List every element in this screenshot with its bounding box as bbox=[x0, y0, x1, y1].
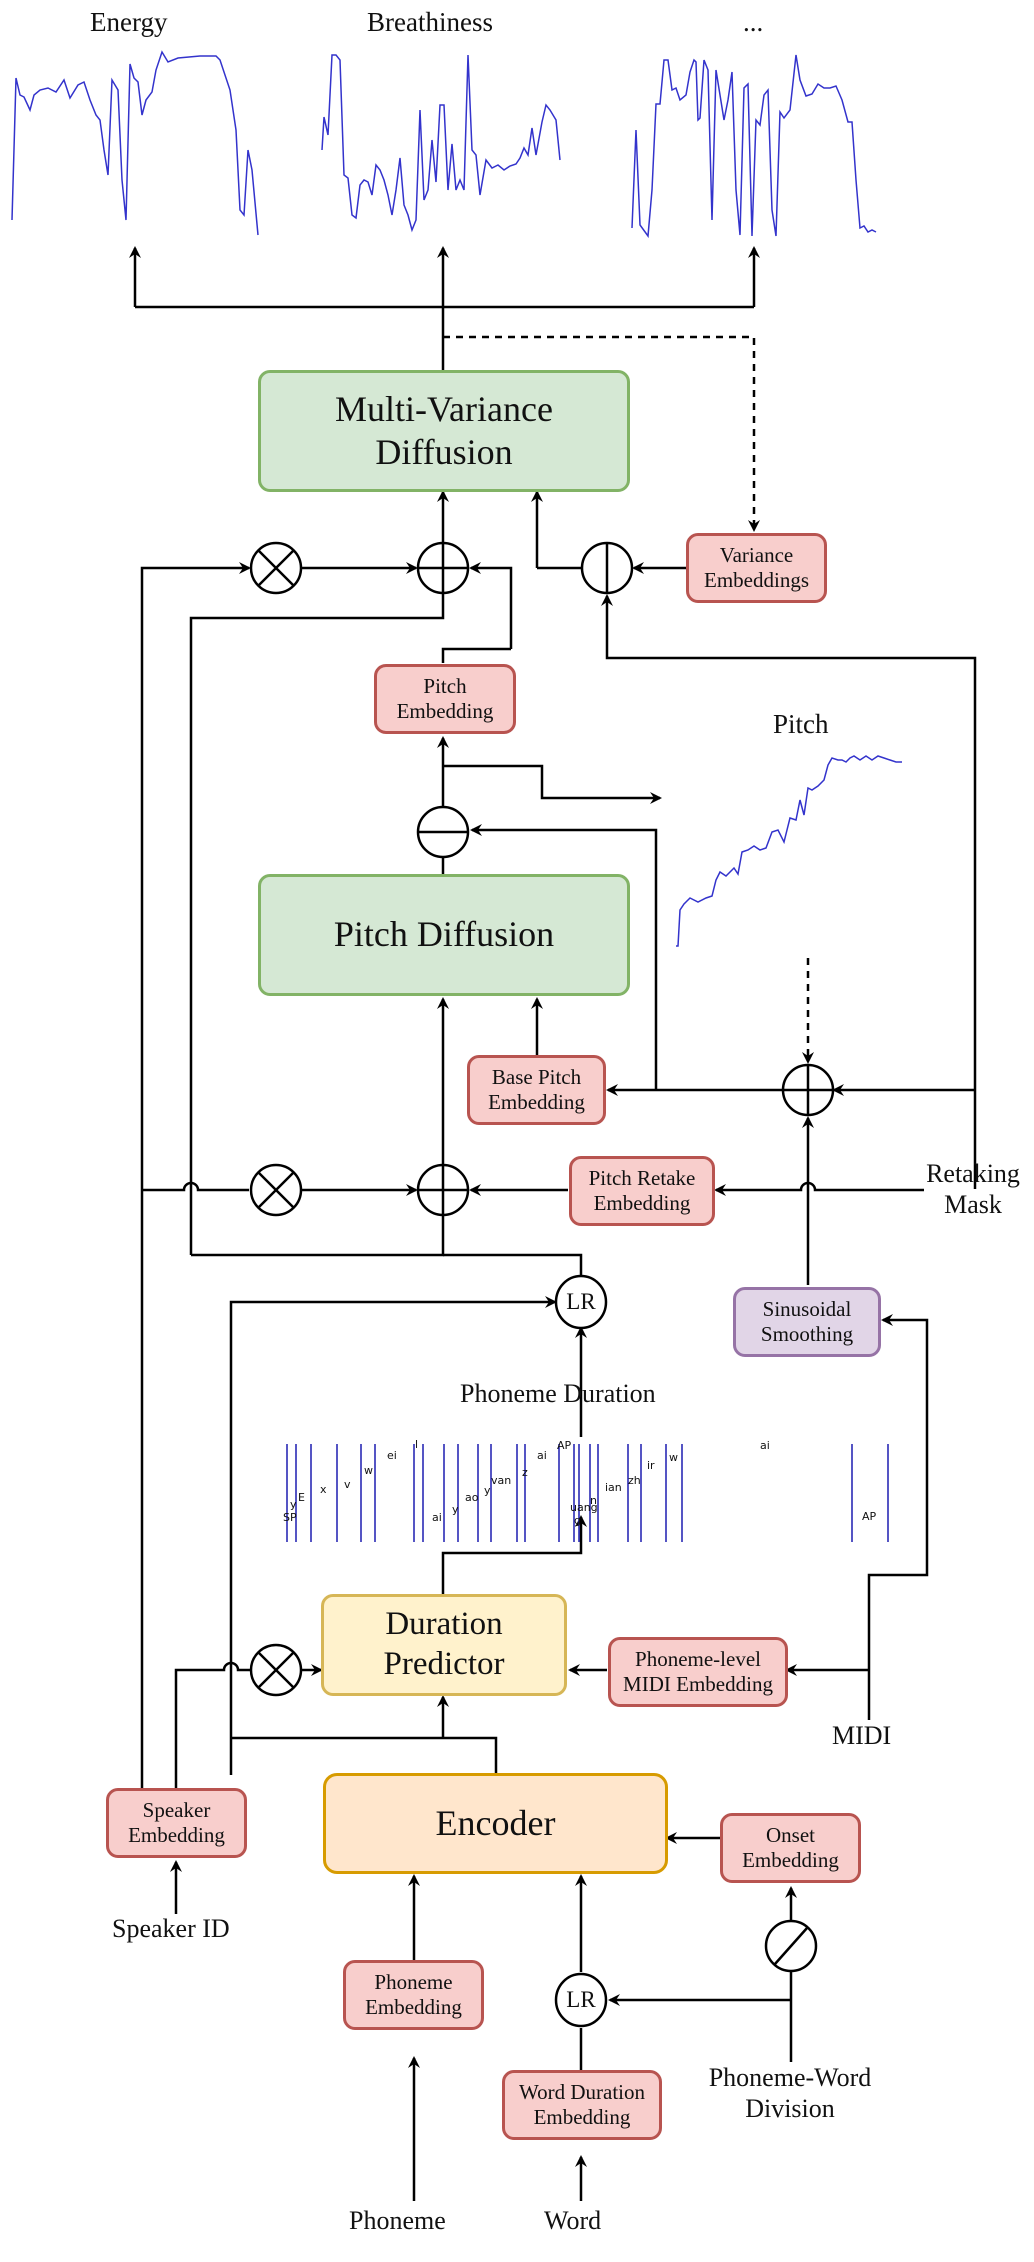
phoneme-label: AP bbox=[557, 1439, 572, 1452]
more-curve bbox=[631, 54, 877, 239]
pitch-diffusion-block: Pitch Diffusion bbox=[258, 874, 630, 996]
multi-variance-diffusion-block: Multi-Variance Diffusion bbox=[258, 370, 630, 492]
pitch-embedding-box: Pitch Embedding bbox=[374, 664, 516, 734]
phoneme-embedding-label: Phoneme Embedding bbox=[365, 1969, 462, 2019]
phoneme-duration-title: Phoneme Duration bbox=[460, 1379, 656, 1408]
duration-predictor-block: Duration Predictor bbox=[321, 1594, 567, 1696]
phoneme-label: ir bbox=[647, 1459, 655, 1472]
energy-curve bbox=[11, 50, 259, 236]
phoneme-label: v bbox=[344, 1478, 351, 1491]
phoneme-label: y bbox=[484, 1484, 491, 1497]
base-pitch-embedding-label: Base Pitch Embedding bbox=[488, 1064, 585, 1114]
midi-input: MIDI bbox=[832, 1721, 892, 1750]
phoneme-label: n bbox=[590, 1494, 597, 1507]
breathiness-plot-title: Breathiness bbox=[367, 7, 493, 37]
encoder-label: Encoder bbox=[435, 1802, 556, 1843]
phoneme-midi-embedding-label: Phoneme-level MIDI Embedding bbox=[623, 1646, 773, 1696]
retaking-mask-input: Retaking Mask bbox=[926, 1159, 1020, 1220]
base-pitch-embedding-box: Base Pitch Embedding bbox=[467, 1055, 606, 1125]
speaker-id-input: Speaker ID bbox=[112, 1914, 230, 1943]
pitch-diffusion-label: Pitch Diffusion bbox=[333, 914, 555, 955]
word-input: Word bbox=[544, 2206, 602, 2235]
phoneme-label: w bbox=[364, 1464, 373, 1477]
multi-variance-diffusion-label: Multi-Variance Diffusion bbox=[335, 388, 553, 472]
phoneme-label: E bbox=[298, 1491, 305, 1504]
phoneme-embedding-box: Phoneme Embedding bbox=[343, 1960, 484, 2030]
phoneme-label: ao bbox=[465, 1491, 479, 1504]
onset-embedding-box: Onset Embedding bbox=[720, 1813, 861, 1883]
phoneme-label: g bbox=[574, 1514, 581, 1527]
speaker-embedding-box: Speaker Embedding bbox=[106, 1788, 247, 1858]
phoneme-label: z bbox=[522, 1466, 528, 1479]
phoneme-label: van bbox=[491, 1474, 512, 1487]
length-regulator-label-bottom: LR bbox=[566, 1987, 596, 2012]
more-plots-ellipsis: ... bbox=[743, 7, 764, 37]
phoneme-label: ai bbox=[760, 1439, 770, 1452]
variance-embeddings-label: Variance Embeddings bbox=[704, 542, 809, 592]
phoneme-label: ei bbox=[387, 1449, 397, 1462]
phoneme-label: w bbox=[669, 1451, 678, 1464]
sinusoidal-smoothing-box: Sinusoidal Smoothing bbox=[733, 1287, 881, 1357]
word-duration-embedding-box: Word Duration Embedding bbox=[502, 2070, 662, 2140]
phoneme-label: ai bbox=[537, 1449, 547, 1462]
onset-embedding-label: Onset Embedding bbox=[742, 1822, 839, 1872]
phoneme-label: zh bbox=[628, 1474, 641, 1487]
phoneme-label: ai bbox=[432, 1511, 442, 1524]
phoneme-label: ian bbox=[605, 1481, 622, 1494]
speaker-embedding-label: Speaker Embedding bbox=[128, 1797, 225, 1847]
encoder-block: Encoder bbox=[323, 1773, 668, 1874]
duration-predictor-label: Duration Predictor bbox=[383, 1606, 505, 1682]
phoneme-input: Phoneme bbox=[349, 2206, 446, 2235]
breathiness-curve bbox=[321, 54, 561, 233]
pitch-plot-title: Pitch bbox=[773, 709, 829, 739]
pitch-retake-embedding-label: Pitch Retake Embedding bbox=[588, 1165, 696, 1215]
word-duration-embedding-label: Word Duration Embedding bbox=[518, 2079, 646, 2129]
phoneme-label: x bbox=[320, 1483, 327, 1496]
phoneme-word-division-input: Phoneme-Word Division bbox=[708, 2063, 872, 2124]
phoneme-label: SP bbox=[283, 1511, 297, 1524]
pitch-retake-embedding-box: Pitch Retake Embedding bbox=[569, 1156, 715, 1226]
phoneme-label: AP bbox=[862, 1510, 877, 1523]
phoneme-label: y bbox=[452, 1503, 459, 1516]
phoneme-label: y bbox=[290, 1498, 297, 1511]
pitch-embedding-label: Pitch Embedding bbox=[396, 673, 494, 723]
variance-embeddings-box: Variance Embeddings bbox=[686, 533, 827, 603]
energy-plot-title: Energy bbox=[90, 7, 168, 37]
sinusoidal-smoothing-label: Sinusoidal Smoothing bbox=[760, 1296, 854, 1346]
length-regulator-label-top: LR bbox=[566, 1289, 596, 1314]
pitch-curve bbox=[676, 755, 902, 947]
phoneme-label: l bbox=[415, 1438, 419, 1451]
phoneme-midi-embedding-box: Phoneme-level MIDI Embedding bbox=[608, 1637, 788, 1707]
